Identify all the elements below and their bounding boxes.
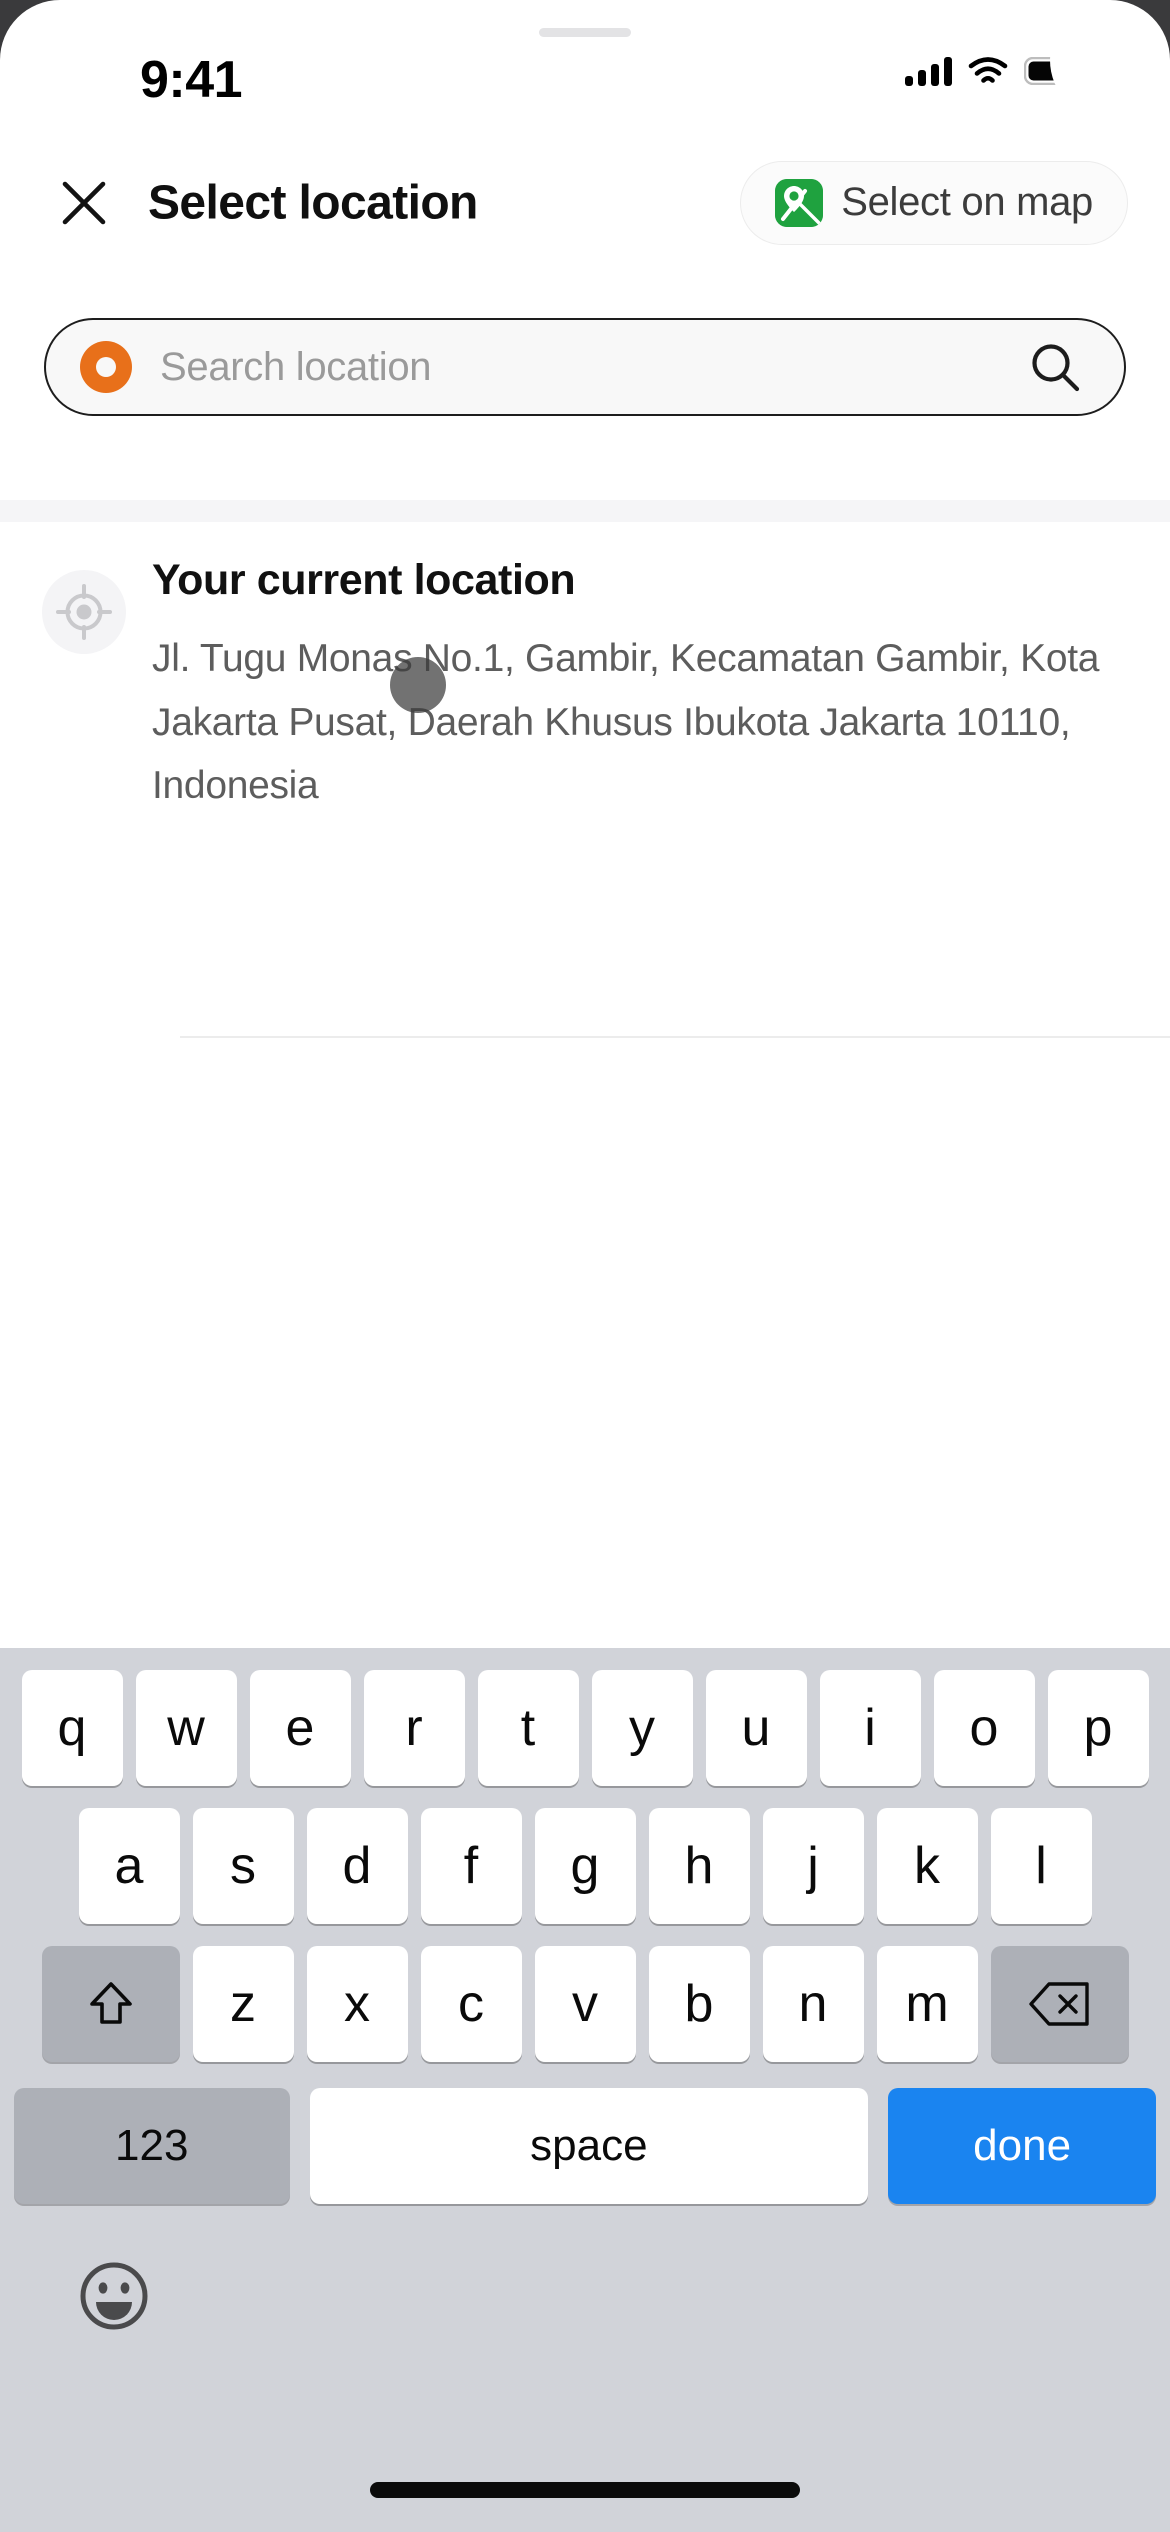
key-j[interactable]: j bbox=[762, 1808, 864, 1924]
key-d[interactable]: d bbox=[306, 1808, 408, 1924]
key-u[interactable]: u bbox=[705, 1670, 807, 1786]
orange-dot-icon bbox=[80, 341, 132, 393]
list-item-body: Your current location Jl. Tugu Monas No.… bbox=[152, 556, 1130, 817]
phone-screen: 9:41 Select location Select on map Searc… bbox=[0, 0, 1170, 2532]
key-t[interactable]: t bbox=[477, 1670, 579, 1786]
key-f[interactable]: f bbox=[420, 1808, 522, 1924]
close-button[interactable] bbox=[55, 174, 113, 232]
search-bar[interactable] bbox=[44, 318, 1126, 416]
emoji-key[interactable] bbox=[76, 2258, 152, 2334]
key-g[interactable]: g bbox=[534, 1808, 636, 1924]
shift-key[interactable] bbox=[41, 1946, 180, 2062]
list-item-address: Jl. Tugu Monas No.1, Gambir, Kecamatan G… bbox=[152, 637, 1100, 807]
keyboard-row-1: q w e r t y u i o p bbox=[0, 1670, 1170, 1786]
key-o[interactable]: o bbox=[933, 1670, 1035, 1786]
battery-icon bbox=[1024, 57, 1078, 85]
keyboard-row-4: 123 space done bbox=[0, 2088, 1170, 2204]
numbers-key[interactable]: 123 bbox=[14, 2088, 290, 2204]
shift-arrow-icon bbox=[89, 1982, 132, 2024]
key-z[interactable]: z bbox=[192, 1946, 294, 2062]
key-b[interactable]: b bbox=[648, 1946, 750, 2062]
key-p[interactable]: p bbox=[1047, 1670, 1149, 1786]
key-h[interactable]: h bbox=[648, 1808, 750, 1924]
home-indicator bbox=[370, 2482, 800, 2498]
key-x[interactable]: x bbox=[306, 1946, 408, 2062]
key-r[interactable]: r bbox=[363, 1670, 465, 1786]
key-a[interactable]: a bbox=[78, 1808, 180, 1924]
keyboard-bottom-bar bbox=[0, 2226, 1170, 2366]
key-n[interactable]: n bbox=[762, 1946, 864, 2062]
status-bar-time: 9:41 bbox=[140, 51, 243, 109]
backspace-key[interactable] bbox=[990, 1946, 1129, 2062]
select-on-map-label: Select on map bbox=[841, 180, 1093, 224]
backspace-delete-icon bbox=[1028, 1982, 1089, 2026]
sheet-drag-handle[interactable] bbox=[539, 28, 631, 37]
key-i[interactable]: i bbox=[819, 1670, 921, 1786]
section-divider bbox=[0, 500, 1170, 522]
done-key[interactable]: done bbox=[888, 2088, 1156, 2204]
select-on-map-button[interactable]: Select on map bbox=[740, 160, 1128, 245]
key-w[interactable]: w bbox=[135, 1670, 237, 1786]
search-icon bbox=[1032, 344, 1080, 392]
search-input[interactable] bbox=[160, 344, 1026, 390]
search-section bbox=[0, 270, 1170, 500]
page-title: Select location bbox=[148, 176, 478, 229]
key-y[interactable]: y bbox=[591, 1670, 693, 1786]
google-maps-pin-icon bbox=[775, 178, 824, 227]
status-bar-indicators bbox=[905, 56, 1080, 86]
key-k[interactable]: k bbox=[876, 1808, 978, 1924]
key-q[interactable]: q bbox=[21, 1670, 123, 1786]
list-item[interactable]: Your current location Jl. Tugu Monas No.… bbox=[0, 522, 1170, 1038]
key-l[interactable]: l bbox=[990, 1808, 1092, 1924]
close-icon bbox=[62, 181, 106, 224]
wifi-icon bbox=[968, 57, 1008, 83]
key-s[interactable]: s bbox=[192, 1808, 294, 1924]
space-key[interactable]: space bbox=[309, 2088, 869, 2204]
crosshair-location-icon bbox=[42, 570, 126, 654]
page-header: Select location Select on map bbox=[0, 135, 1170, 270]
list-item-separator bbox=[180, 1036, 1170, 1038]
key-e[interactable]: e bbox=[249, 1670, 351, 1786]
key-m[interactable]: m bbox=[876, 1946, 978, 2062]
keyboard-row-2: a s d f g h j k l bbox=[0, 1808, 1170, 1924]
emoji-smiley-icon bbox=[80, 2262, 148, 2330]
search-button[interactable] bbox=[1026, 338, 1084, 396]
cellular-signal-icon bbox=[905, 56, 952, 86]
key-c[interactable]: c bbox=[420, 1946, 522, 2062]
on-screen-keyboard: q w e r t y u i o p a s d f g h j k l z … bbox=[0, 1648, 1170, 2532]
keyboard-row-3: z x c v b n m bbox=[0, 1946, 1170, 2062]
status-bar: 9:41 bbox=[0, 0, 1170, 135]
list-item-title: Your current location bbox=[152, 556, 576, 604]
key-v[interactable]: v bbox=[534, 1946, 636, 2062]
